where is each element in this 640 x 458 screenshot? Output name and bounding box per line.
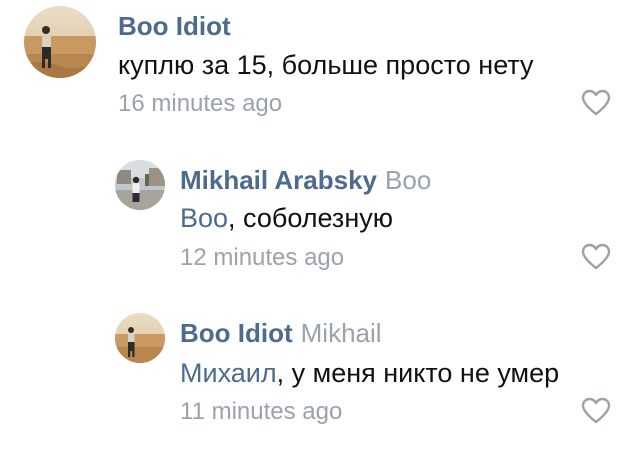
user-photo-street-icon: [115, 160, 165, 210]
user-photo-desert-icon: [115, 313, 165, 363]
comment: Boo Idiot куплю за 15, больше просто нет…: [0, 0, 640, 130]
comment-text: Boo, соболезную: [180, 205, 393, 232]
avatar[interactable]: [115, 313, 165, 363]
mention-link[interactable]: Boo: [180, 203, 228, 233]
avatar[interactable]: [115, 160, 165, 210]
heart-outline-icon: [581, 243, 611, 270]
user-photo-desert-icon: [24, 6, 96, 78]
timestamp: 11 minutes ago: [180, 398, 343, 425]
reply-to-name[interactable]: Boo: [385, 165, 431, 195]
like-button[interactable]: [581, 243, 611, 271]
author-name[interactable]: Boo Idiot: [118, 11, 231, 41]
like-button[interactable]: [581, 89, 611, 117]
timestamp: 16 minutes ago: [118, 90, 283, 117]
reply-comment: Mikhail Arabsky Boo Boo, соболезную 12 mi…: [0, 150, 640, 280]
timestamp: 12 minutes ago: [180, 244, 345, 271]
comment-text: Михаил, у меня никто не умер: [180, 360, 559, 387]
like-button[interactable]: [581, 397, 611, 425]
reply-to-name[interactable]: Mikhail: [301, 318, 382, 348]
avatar[interactable]: [24, 6, 96, 78]
author-name[interactable]: Mikhail Arabsky: [180, 165, 377, 195]
heart-outline-icon: [581, 89, 611, 116]
heart-outline-icon: [581, 397, 611, 424]
comment-header: Boo Idiot: [118, 13, 231, 39]
comment-body: , соболезную: [228, 203, 393, 233]
comment-body: , у меня никто не умер: [276, 358, 560, 388]
comment-header: Boo Idiot Mikhail: [180, 320, 382, 346]
comment-text: куплю за 15, больше просто нету: [118, 52, 534, 79]
comment-body: куплю за 15, больше просто нету: [118, 50, 534, 80]
author-name[interactable]: Boo Idiot: [180, 318, 293, 348]
comment-header: Mikhail Arabsky Boo: [180, 167, 431, 193]
reply-comment: Boo Idiot Mikhail Михаил, у меня никто не…: [0, 305, 640, 445]
mention-link[interactable]: Михаил: [180, 358, 277, 388]
